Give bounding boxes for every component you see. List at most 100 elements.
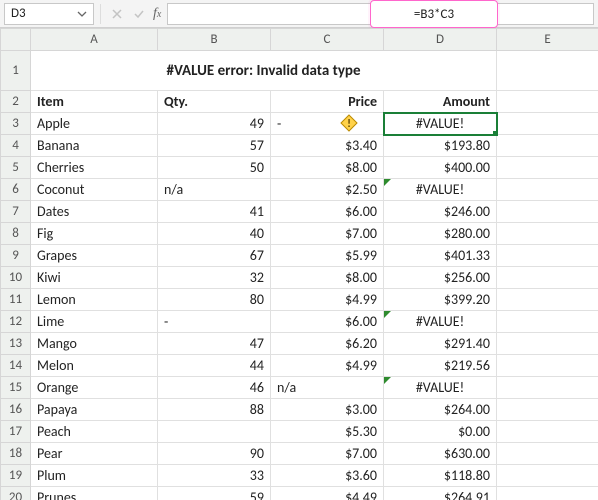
cell-E9[interactable]	[497, 245, 598, 267]
column-title-B[interactable]: Qty.	[158, 91, 271, 113]
cell-D11[interactable]: $399.20	[384, 289, 497, 311]
row-header[interactable]: 13	[1, 333, 31, 355]
cell-D10[interactable]: $256.00	[384, 267, 497, 289]
cell-C20[interactable]: $4.49	[271, 487, 384, 500]
cell-C15[interactable]: n/a	[271, 377, 384, 399]
cell-B5[interactable]: 50	[158, 157, 271, 179]
cell-A14[interactable]: Melon	[31, 355, 158, 377]
name-box[interactable]: D3	[4, 3, 94, 25]
cell-D20[interactable]: $264.91	[384, 487, 497, 500]
fx-label[interactable]: fx	[153, 6, 161, 22]
cell-C11[interactable]: $4.99	[271, 289, 384, 311]
cell-E8[interactable]	[497, 223, 598, 245]
cell-C3[interactable]: -	[271, 113, 384, 135]
row-header[interactable]: 15	[1, 377, 31, 399]
cell-E15[interactable]	[497, 377, 598, 399]
cell-E5[interactable]	[497, 157, 598, 179]
cell-C17[interactable]: $5.30	[271, 421, 384, 443]
cell-C18[interactable]: $7.00	[271, 443, 384, 465]
cell-E7[interactable]	[497, 201, 598, 223]
cell-A10[interactable]: Kiwi	[31, 267, 158, 289]
cell-C16[interactable]: $3.00	[271, 399, 384, 421]
cancel-icon[interactable]	[107, 4, 127, 24]
formula-input[interactable]	[167, 3, 594, 25]
cell-B11[interactable]: 80	[158, 289, 271, 311]
cell-E4[interactable]	[497, 135, 598, 157]
row-header[interactable]: 6	[1, 179, 31, 201]
row-header[interactable]: 20	[1, 487, 31, 500]
cell-E10[interactable]	[497, 267, 598, 289]
cell-D12[interactable]: #VALUE!	[384, 311, 497, 333]
cell-B18[interactable]: 90	[158, 443, 271, 465]
cell-E19[interactable]	[497, 465, 598, 487]
cell-B15[interactable]: 46	[158, 377, 271, 399]
cell-B4[interactable]: 57	[158, 135, 271, 157]
chevron-down-icon[interactable]	[77, 9, 87, 19]
cell-D18[interactable]: $630.00	[384, 443, 497, 465]
cell-E17[interactable]	[497, 421, 598, 443]
cell-D8[interactable]: $280.00	[384, 223, 497, 245]
cell-C6[interactable]: $2.50	[271, 179, 384, 201]
cell-C7[interactable]: $6.00	[271, 201, 384, 223]
cell-A13[interactable]: Mango	[31, 333, 158, 355]
cell-C14[interactable]: $4.99	[271, 355, 384, 377]
row-header[interactable]: 14	[1, 355, 31, 377]
row-header[interactable]: 17	[1, 421, 31, 443]
column-title-D[interactable]: Amount	[384, 91, 497, 113]
cell-D19[interactable]: $118.80	[384, 465, 497, 487]
cell-E13[interactable]	[497, 333, 598, 355]
cell-A19[interactable]: Plum	[31, 465, 158, 487]
cell-A11[interactable]: Lemon	[31, 289, 158, 311]
row-header[interactable]: 2	[1, 91, 31, 113]
enter-icon[interactable]	[129, 4, 149, 24]
cell-A15[interactable]: Orange	[31, 377, 158, 399]
select-all-corner[interactable]	[1, 29, 31, 51]
cell-A18[interactable]: Pear	[31, 443, 158, 465]
cell-E18[interactable]	[497, 443, 598, 465]
cell-B19[interactable]: 33	[158, 465, 271, 487]
cell-E20[interactable]	[497, 487, 598, 500]
cell-A16[interactable]: Papaya	[31, 399, 158, 421]
cell-B3[interactable]: 49	[158, 113, 271, 135]
row-header[interactable]: 4	[1, 135, 31, 157]
cell-A20[interactable]: Prunes	[31, 487, 158, 500]
cell-E16[interactable]	[497, 399, 598, 421]
row-header[interactable]: 12	[1, 311, 31, 333]
cell-A17[interactable]: Peach	[31, 421, 158, 443]
col-header-C[interactable]: C	[271, 29, 384, 51]
cell-E12[interactable]	[497, 311, 598, 333]
cell-B17[interactable]	[158, 421, 271, 443]
cell-A8[interactable]: Fig	[31, 223, 158, 245]
cell-C5[interactable]: $8.00	[271, 157, 384, 179]
cell-D16[interactable]: $264.00	[384, 399, 497, 421]
cell-B20[interactable]: 59	[158, 487, 271, 500]
cell-B7[interactable]: 41	[158, 201, 271, 223]
row-header[interactable]: 3	[1, 113, 31, 135]
cell-D6[interactable]: #VALUE!	[384, 179, 497, 201]
cell-A7[interactable]: Dates	[31, 201, 158, 223]
cell-B16[interactable]: 88	[158, 399, 271, 421]
spreadsheet-grid[interactable]: ABCDE 1#VALUE error: Invalid data type2I…	[0, 28, 598, 500]
cell-D14[interactable]: $219.56	[384, 355, 497, 377]
cell-B13[interactable]: 47	[158, 333, 271, 355]
cell-D17[interactable]: $0.00	[384, 421, 497, 443]
cell-B9[interactable]: 67	[158, 245, 271, 267]
column-title-C[interactable]: Price	[271, 91, 384, 113]
cell-C9[interactable]: $5.99	[271, 245, 384, 267]
cell-D7[interactable]: $246.00	[384, 201, 497, 223]
cell-B14[interactable]: 44	[158, 355, 271, 377]
cell-A12[interactable]: Lime	[31, 311, 158, 333]
row-header[interactable]: 9	[1, 245, 31, 267]
row-header[interactable]: 11	[1, 289, 31, 311]
cell-A4[interactable]: Banana	[31, 135, 158, 157]
cell-B8[interactable]: 40	[158, 223, 271, 245]
row-header[interactable]: 10	[1, 267, 31, 289]
row-header[interactable]: 5	[1, 157, 31, 179]
row-header[interactable]: 18	[1, 443, 31, 465]
row-header[interactable]: 19	[1, 465, 31, 487]
cell-B10[interactable]: 32	[158, 267, 271, 289]
col-header-B[interactable]: B	[158, 29, 271, 51]
cell-E14[interactable]	[497, 355, 598, 377]
cell-D3[interactable]: #VALUE!	[384, 113, 497, 135]
cell-E6[interactable]	[497, 179, 598, 201]
